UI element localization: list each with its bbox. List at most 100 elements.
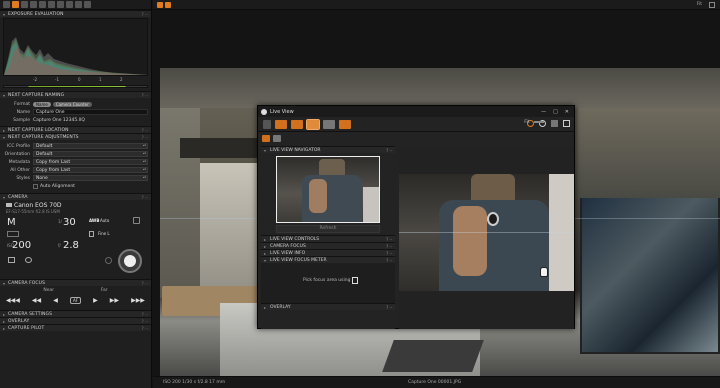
adjust-tab-icon[interactable] (57, 1, 64, 8)
auto-alignment-checkbox[interactable] (33, 183, 38, 189)
fps-max-icon[interactable] (323, 119, 335, 129)
section-camera-focus[interactable]: ▸ CAMERA FOCUS ? ·· (261, 242, 395, 249)
viewer-toolbar: Fit (153, 0, 720, 10)
fps-low-icon[interactable] (275, 119, 287, 129)
toggle-panel-icon[interactable] (157, 2, 163, 8)
section-menu-icon[interactable]: ? ·· (142, 312, 151, 317)
live-view-window[interactable]: Live View — □ ✕ Fit ▾ LIVE VIEW NAVIGATO… (257, 105, 575, 329)
library-tab-icon[interactable] (3, 1, 10, 8)
section-overlay[interactable]: ▸ OVERLAY ? ·· (261, 303, 395, 310)
camera-tab-icon[interactable] (262, 135, 270, 142)
batch-tab-icon[interactable] (84, 1, 91, 8)
focus-far-2-button[interactable]: ▶▶ (110, 297, 119, 304)
section-live-view-info[interactable]: ▸ LIVE VIEW INFO ? ·· (261, 249, 395, 256)
live-view-image[interactable] (399, 174, 574, 291)
name-field[interactable]: Capture One (33, 109, 148, 115)
exposure-mode[interactable]: M (7, 217, 16, 228)
pause-icon[interactable] (263, 119, 271, 129)
name-label: Name (16, 109, 30, 115)
drive-icon[interactable] (25, 257, 32, 263)
section-camera-focus[interactable]: ▾ CAMERA FOCUS ? ·· (0, 279, 151, 286)
section-exposure-evaluation[interactable]: ▾ EXPOSURE EVALUATION ? ·· (0, 10, 151, 17)
section-title: EXPOSURE EVALUATION (8, 11, 64, 17)
exposure-comp-icon[interactable] (7, 231, 19, 237)
section-menu-icon[interactable]: ? ·· (142, 12, 151, 17)
fps-mid-icon[interactable] (291, 119, 303, 129)
section-camera[interactable]: ▾ CAMERA ? ·· (0, 193, 151, 200)
details-tab-icon[interactable] (48, 1, 55, 8)
zoom-fit-readout: Fit (524, 120, 544, 125)
section-capture-pilot[interactable]: ▸ CAPTURE PILOT ? ·· (0, 324, 151, 331)
section-menu-icon[interactable]: ? ·· (142, 281, 151, 286)
auto-alignment-row: Auto Alignment (0, 182, 151, 190)
picker-icon[interactable] (551, 120, 558, 127)
section-menu-icon[interactable]: ? ·· (142, 128, 151, 133)
section-menu-icon[interactable]: ? ·· (142, 319, 151, 324)
help-icon[interactable]: ? ·· (386, 251, 395, 256)
help-icon[interactable]: ? ·· (386, 258, 395, 263)
format-token-counter[interactable]: Camera Counter (52, 101, 92, 107)
section-overlay[interactable]: ▸ OVERLAY ? ·· (0, 317, 151, 324)
navigator-thumbnail[interactable] (276, 156, 380, 223)
exposure-tab-icon[interactable] (39, 1, 46, 8)
help-icon[interactable]: ? ·· (386, 237, 395, 242)
section-next-capture-location[interactable]: ▸ NEXT CAPTURE LOCATION ? ·· (0, 126, 151, 133)
color-tab-icon[interactable] (30, 1, 37, 8)
desk-device (382, 340, 484, 372)
eyedropper-icon[interactable] (133, 217, 140, 224)
orientation-select[interactable]: Default (33, 151, 148, 157)
section-camera-settings[interactable]: ▸ CAMERA SETTINGS ? ·· (0, 310, 151, 317)
focus-near-1-button[interactable]: ◀ (53, 297, 58, 304)
fps-high-icon[interactable] (306, 118, 320, 130)
live-view-titlebar[interactable]: Live View — □ ✕ (258, 106, 574, 117)
all-other-select[interactable]: Copy from Last (33, 167, 148, 173)
aperture-value[interactable]: 2.8 (63, 240, 79, 251)
close-button[interactable]: ✕ (565, 109, 569, 115)
section-next-capture-adjustments[interactable]: ▾ NEXT CAPTURE ADJUSTMENTS ? ·· (0, 133, 151, 140)
timer-icon[interactable] (105, 257, 112, 264)
help-icon[interactable]: ? ·· (386, 148, 395, 153)
view-options-icon[interactable] (709, 2, 715, 8)
help-icon[interactable]: ? ·· (386, 244, 395, 249)
crop-icon[interactable] (563, 120, 570, 127)
metadata-select[interactable]: Copy from Last (33, 159, 148, 165)
lens-tab-icon[interactable] (21, 1, 28, 8)
viewer-mode-icon[interactable] (165, 2, 171, 8)
capture-button[interactable] (118, 249, 142, 273)
icc-profile-select[interactable]: Default (33, 143, 148, 149)
compare-icon[interactable] (339, 119, 351, 129)
format-token-name[interactable]: Name (33, 101, 51, 107)
maximize-button[interactable]: □ (553, 109, 558, 115)
frame-icon[interactable] (8, 257, 15, 263)
help-icon[interactable]: ? ·· (386, 305, 395, 310)
focus-near-3-button[interactable]: ◀◀◀ (6, 297, 20, 304)
shutter-speed[interactable]: 30 (63, 217, 76, 228)
metadata-tab-icon[interactable] (66, 1, 73, 8)
wb-label: AWB (89, 218, 100, 223)
refresh-button[interactable]: Refresh (276, 225, 380, 233)
section-menu-icon[interactable]: ? ·· (142, 195, 151, 200)
image-quality[interactable]: Fine L (98, 231, 110, 236)
output-tab-icon[interactable] (75, 1, 82, 8)
styles-select[interactable]: None (33, 175, 148, 181)
zoom-slider-icon[interactable] (534, 120, 544, 123)
section-focus-meter[interactable]: ▾ LIVE VIEW FOCUS METER ? ·· (261, 256, 395, 263)
section-menu-icon[interactable]: ? ·· (142, 135, 151, 140)
section-menu-icon[interactable]: ? ·· (142, 326, 151, 331)
zoom-fit-label[interactable]: Fit (697, 2, 702, 7)
wb-value[interactable]: Auto (100, 218, 109, 223)
minimize-button[interactable]: — (541, 109, 546, 115)
section-next-capture-naming[interactable]: ▾ NEXT CAPTURE NAMING ? ·· (0, 91, 151, 98)
focus-far-1-button[interactable]: ▶ (93, 297, 98, 304)
section-menu-icon[interactable]: ? ·· (142, 93, 151, 98)
iso-value[interactable]: 200 (12, 240, 31, 251)
focus-buttons: ◀◀◀ ◀◀ ◀ AF ▶ ▶▶ ▶▶▶ (0, 295, 151, 306)
window-title: Live View (270, 108, 294, 115)
focus-far-3-button[interactable]: ▶▶▶ (131, 297, 145, 304)
section-live-view-controls[interactable]: ▸ LIVE VIEW CONTROLS ? ·· (261, 235, 395, 242)
settings-tab-icon[interactable] (273, 135, 281, 142)
focus-near-2-button[interactable]: ◀◀ (32, 297, 41, 304)
autofocus-button[interactable]: AF (69, 297, 81, 304)
capture-tab-icon[interactable] (12, 1, 19, 8)
section-navigator[interactable]: ▾ LIVE VIEW NAVIGATOR ? ·· (261, 146, 395, 153)
